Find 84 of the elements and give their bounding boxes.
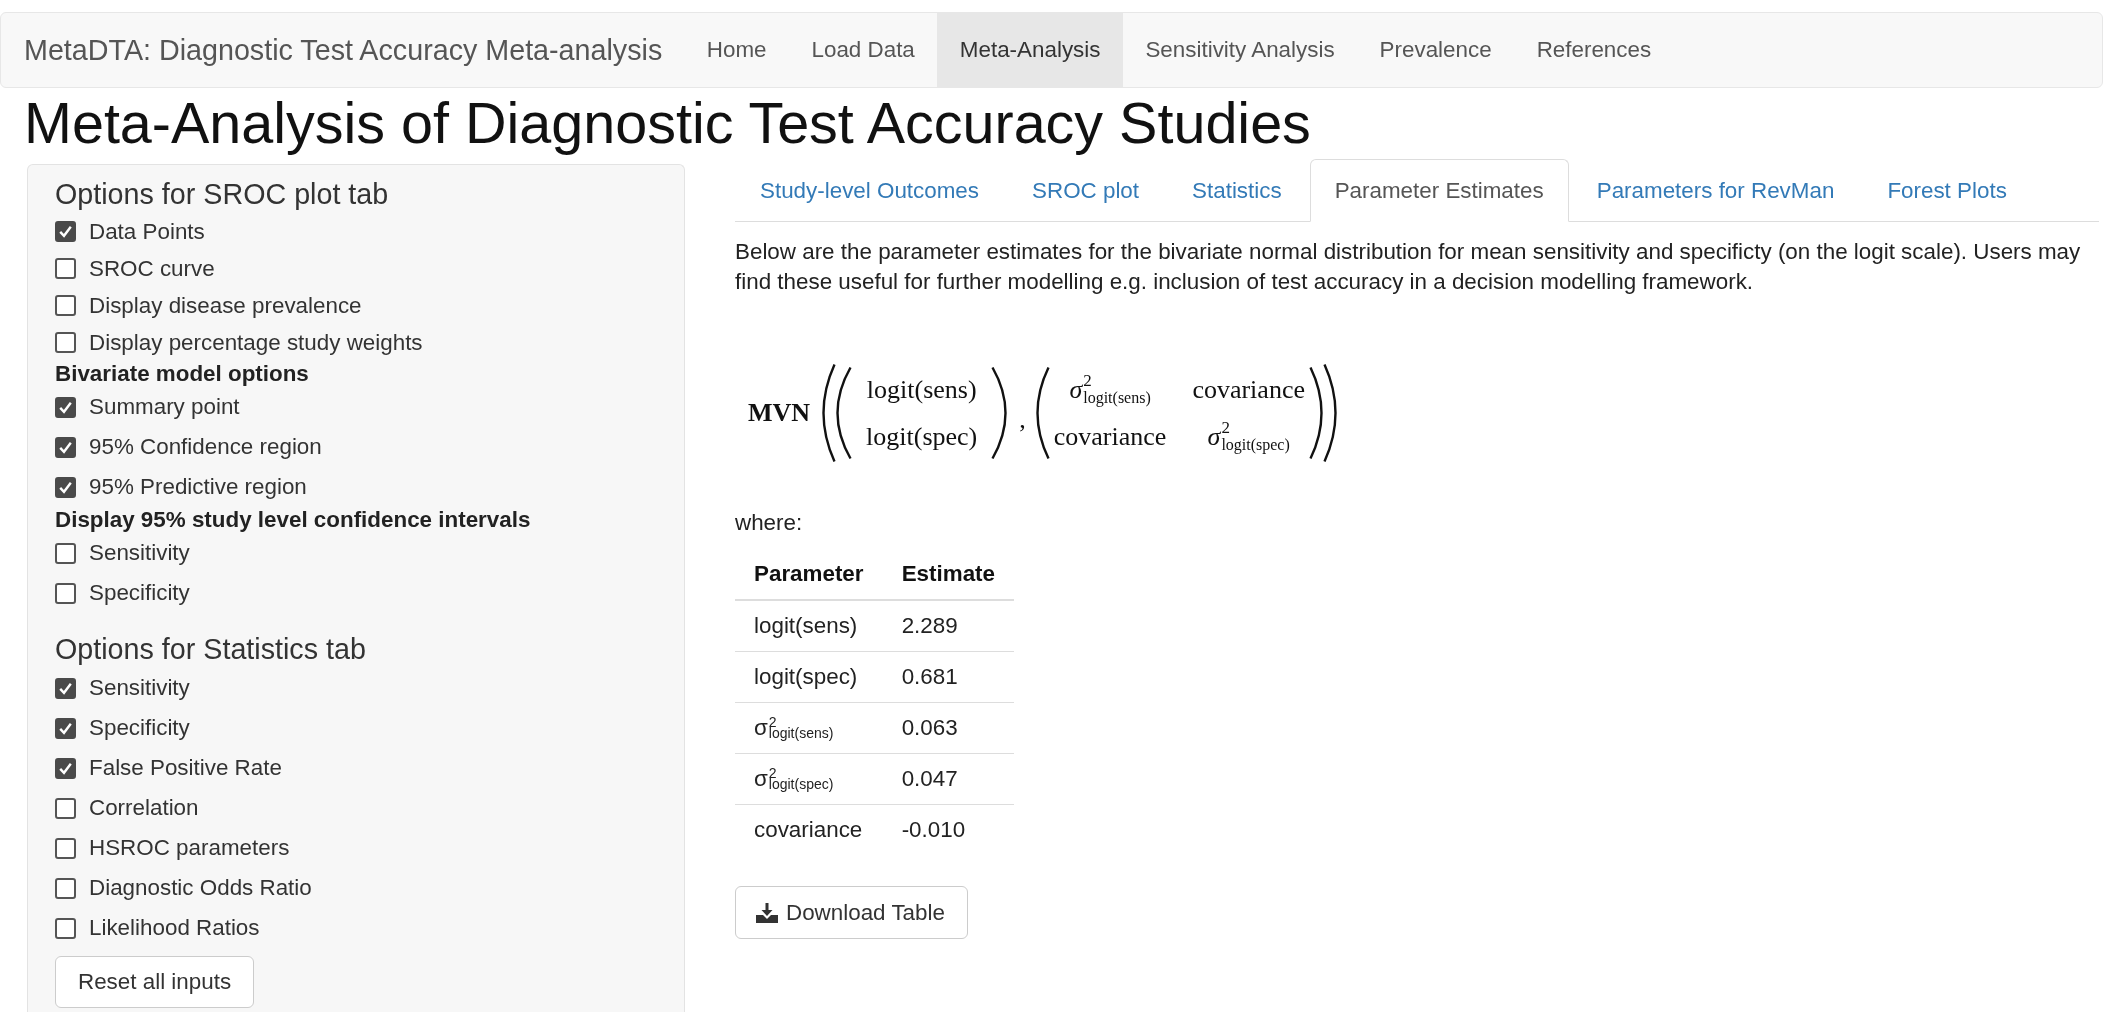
table-cell: -0.010 — [882, 804, 1014, 855]
content-tab[interactable]: Study-level Outcomes — [735, 159, 1005, 222]
left-parenthesis-icon — [1035, 366, 1050, 460]
checkbox-label[interactable]: Correlation — [89, 795, 199, 821]
right-parenthesis-icon — [1322, 363, 1337, 463]
checkmark-icon — [59, 400, 72, 414]
checkbox[interactable] — [55, 677, 76, 699]
content-tab[interactable]: Parameters for RevMan — [1571, 159, 1860, 222]
matrix-entry: covariance — [1192, 374, 1305, 405]
checkbox[interactable] — [55, 717, 76, 739]
nav-tab[interactable]: References — [1514, 13, 1674, 87]
checkbox[interactable] — [55, 476, 76, 498]
checkbox[interactable] — [55, 258, 76, 279]
table-cell: logit(spec) — [735, 651, 883, 703]
table-cell: logit(sens) — [735, 600, 883, 652]
checkbox[interactable] — [55, 542, 76, 564]
table-cell: 0.047 — [882, 753, 1014, 805]
section-heading: Options for Statistics tab — [55, 634, 367, 664]
nav-tab[interactable]: Home — [684, 13, 789, 87]
group-heading: Bivariate model options — [55, 361, 310, 387]
checkbox-label[interactable]: Sensitivity — [89, 675, 190, 701]
checkbox-label[interactable]: Data Points — [89, 218, 205, 245]
checkbox-label[interactable]: Likelihood Ratios — [89, 915, 260, 941]
checkbox[interactable] — [55, 582, 76, 604]
checkmark-icon — [59, 721, 72, 735]
table-cell: 0.681 — [882, 651, 1014, 703]
comma-separator: , — [1019, 405, 1026, 435]
checkbox-label[interactable]: Sensitivity — [89, 540, 190, 566]
checkbox[interactable] — [55, 837, 76, 859]
checkmark-icon — [59, 480, 72, 494]
left-parenthesis-icon — [822, 363, 837, 463]
checkbox-label[interactable]: Diagnostic Odds Ratio — [89, 875, 312, 901]
where-label: where: — [735, 509, 804, 537]
content-tab[interactable]: Forest Plots — [1862, 159, 2032, 222]
table-cell: 0.063 — [882, 702, 1014, 754]
content-tab[interactable]: Parameter Estimates — [1309, 159, 1569, 222]
nav-tab[interactable]: Sensitivity Analysis — [1122, 13, 1358, 87]
column-header: Parameter — [735, 548, 883, 600]
checkbox[interactable] — [55, 221, 76, 242]
checkbox[interactable] — [55, 877, 76, 899]
table-cell: covariance — [735, 804, 883, 855]
checkbox-label[interactable]: HSROC parameters — [89, 835, 290, 861]
checkbox-label[interactable]: Specificity — [89, 580, 190, 606]
checkbox[interactable] — [55, 917, 76, 939]
matrix-entry: covariance — [1053, 421, 1167, 452]
vector-entry: logit(spec) — [866, 421, 978, 452]
checkbox[interactable] — [55, 332, 76, 353]
checkbox-label[interactable]: Summary point — [89, 394, 240, 420]
page-title: Meta-Analysis of Diagnostic Test Accuracy Studies — [24, 92, 1312, 154]
checkmark-icon — [59, 225, 72, 238]
checkbox-label[interactable]: False Positive Rate — [89, 755, 282, 781]
checkbox[interactable] — [55, 757, 76, 779]
checkbox[interactable] — [55, 436, 76, 458]
checkbox-label[interactable]: Specificity — [89, 715, 190, 741]
reset-button[interactable]: Reset all inputs — [55, 956, 255, 1008]
checkmark-icon — [59, 761, 72, 775]
column-header: Estimate — [882, 548, 1014, 600]
checkbox-label[interactable]: Display percentage study weights — [89, 329, 423, 356]
content-tab[interactable]: SROC plot — [1007, 159, 1165, 222]
vector-entry: logit(sens) — [866, 374, 977, 405]
download-button[interactable]: Download Table — [735, 886, 968, 939]
nav-tab[interactable]: Prevalence — [1357, 13, 1515, 87]
description-text: Below are the parameter estimates for the bivariate normal distribution for mean sensitivity and specificty (on the logit scale). Users may find these useful for further modelling e.g. inclusion of test accuracy in a decision modelling framework. — [735, 238, 2082, 296]
checkbox[interactable] — [55, 396, 76, 418]
section-heading: Options for SROC plot tab — [55, 179, 390, 209]
checkbox-label[interactable]: Display disease prevalence — [89, 292, 362, 319]
checkbox-label[interactable]: SROC curve — [89, 255, 215, 282]
right-parenthesis-icon — [991, 366, 1008, 460]
group-heading: Display 95% study level confidence intervals — [55, 507, 532, 533]
checkbox[interactable] — [55, 295, 76, 316]
checkbox[interactable] — [55, 797, 76, 819]
table-cell: 2.289 — [882, 600, 1014, 652]
right-parenthesis-icon — [1308, 366, 1323, 460]
checkbox-label[interactable]: 95% Predictive region — [89, 474, 307, 500]
function-name: MVN — [748, 398, 811, 428]
checkmark-icon — [59, 681, 72, 695]
left-parenthesis-icon — [836, 366, 853, 460]
nav-tab[interactable]: Meta-Analysis — [937, 13, 1123, 87]
app-title[interactable]: MetaDTA: Diagnostic Test Accuracy Meta-analysis — [1, 13, 685, 87]
content-tab[interactable]: Statistics — [1167, 159, 1307, 222]
checkbox-label[interactable]: 95% Confidence region — [89, 434, 322, 460]
download-icon — [756, 902, 778, 923]
nav-tab[interactable]: Load Data — [789, 13, 938, 87]
checkmark-icon — [59, 440, 72, 454]
